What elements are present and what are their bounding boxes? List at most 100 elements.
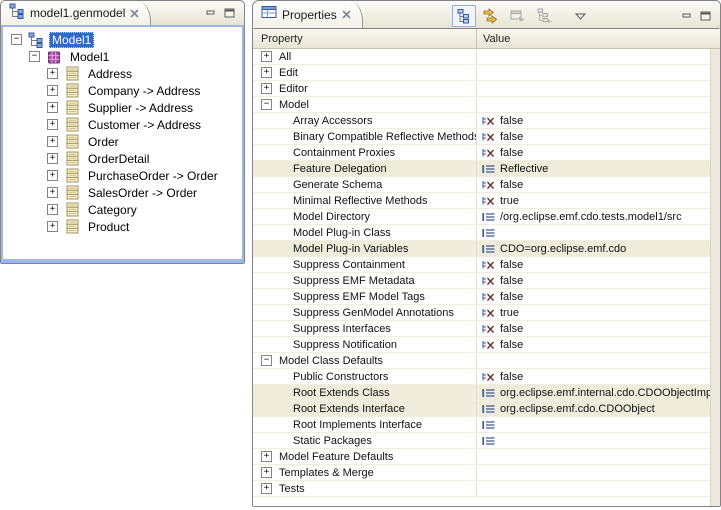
- expand-toggle-icon[interactable]: +: [261, 51, 272, 62]
- property-row[interactable]: Binary Compatible Reflective Methods fal…: [253, 129, 720, 145]
- property-value: false: [500, 371, 523, 383]
- expand-toggle-icon[interactable]: +: [47, 187, 58, 198]
- tab-model1-genmodel[interactable]: model1.genmodel: [1, 1, 151, 25]
- property-row[interactable]: − Model: [253, 97, 720, 113]
- property-name: Model Directory: [293, 211, 370, 223]
- expand-toggle-icon[interactable]: +: [47, 153, 58, 164]
- property-name: Edit: [279, 67, 298, 79]
- tree-item[interactable]: + Order: [3, 133, 242, 150]
- property-value: false: [500, 339, 523, 351]
- property-row[interactable]: Generate Schema false: [253, 177, 720, 193]
- boolean-property-icon: [481, 147, 496, 159]
- property-row[interactable]: Model Directory /org.eclipse.emf.cdo.tes…: [253, 209, 720, 225]
- expand-toggle-icon[interactable]: +: [261, 451, 272, 462]
- editor-tabbar: model1.genmodel: [1, 1, 244, 25]
- expand-toggle-icon[interactable]: +: [47, 136, 58, 147]
- tree-item[interactable]: + Category: [3, 201, 242, 218]
- close-icon[interactable]: [342, 10, 351, 19]
- property-row[interactable]: Public Constructors false: [253, 369, 720, 385]
- tree-item[interactable]: + SalesOrder -> Order: [3, 184, 242, 201]
- show-advanced-properties-icon[interactable]: [479, 5, 503, 27]
- minimize-icon[interactable]: [206, 9, 216, 17]
- tab-properties[interactable]: Properties: [253, 1, 363, 28]
- property-row[interactable]: + Tests: [253, 481, 720, 497]
- eclass-icon: [64, 134, 80, 150]
- expand-toggle-icon[interactable]: +: [47, 119, 58, 130]
- property-row[interactable]: Root Extends Interface org.eclipse.emf.c…: [253, 401, 720, 417]
- property-row[interactable]: + Editor: [253, 81, 720, 97]
- expand-toggle-icon[interactable]: +: [47, 102, 58, 113]
- property-row[interactable]: Root Extends Class org.eclipse.emf.inter…: [253, 385, 720, 401]
- expand-toggle-icon[interactable]: +: [261, 67, 272, 78]
- property-row[interactable]: Containment Proxies false: [253, 145, 720, 161]
- property-row[interactable]: Static Packages: [253, 433, 720, 449]
- expand-toggle-icon[interactable]: +: [47, 68, 58, 79]
- genmodel-editor-part: model1.genmodel − Mo: [0, 0, 245, 264]
- epackage-icon: [46, 49, 62, 65]
- expand-toggle-icon[interactable]: −: [261, 99, 272, 110]
- property-row[interactable]: Suppress EMF Model Tags false: [253, 289, 720, 305]
- eclass-icon: [64, 151, 80, 167]
- maximize-icon[interactable]: [224, 8, 235, 18]
- property-row[interactable]: Root Implements Interface: [253, 417, 720, 433]
- property-name: Templates & Merge: [279, 467, 374, 479]
- show-categories-icon[interactable]: [452, 5, 476, 27]
- minimize-icon[interactable]: [682, 12, 692, 20]
- column-header-property[interactable]: Property: [253, 29, 477, 48]
- expand-toggle-icon[interactable]: +: [261, 83, 272, 94]
- property-row[interactable]: Suppress Containment false: [253, 257, 720, 273]
- eclass-icon: [64, 168, 80, 184]
- property-row[interactable]: + Edit: [253, 65, 720, 81]
- property-row[interactable]: Suppress Interfaces false: [253, 321, 720, 337]
- tree-item[interactable]: + OrderDetail: [3, 150, 242, 167]
- tree-item[interactable]: − Model1: [3, 31, 242, 48]
- tree-item[interactable]: + Company -> Address: [3, 82, 242, 99]
- expand-toggle-icon[interactable]: −: [29, 51, 40, 62]
- property-value: false: [500, 259, 523, 271]
- property-row[interactable]: Minimal Reflective Methods true: [253, 193, 720, 209]
- property-name: Static Packages: [293, 435, 372, 447]
- eclass-icon: [64, 117, 80, 133]
- property-value: /org.eclipse.emf.cdo.tests.model1/src: [500, 211, 682, 223]
- tree-item[interactable]: + Supplier -> Address: [3, 99, 242, 116]
- property-row[interactable]: Model Plug-in Class: [253, 225, 720, 241]
- property-row[interactable]: Array Accessors false: [253, 113, 720, 129]
- tree-item[interactable]: + Address: [3, 65, 242, 82]
- expand-toggle-icon[interactable]: +: [261, 483, 272, 494]
- property-row[interactable]: Model Plug-in Variables CDO=org.eclipse.…: [253, 241, 720, 257]
- tree-indent: [11, 209, 47, 210]
- tree-item-label: Customer -> Address: [85, 117, 204, 133]
- property-row[interactable]: − Model Class Defaults: [253, 353, 720, 369]
- tree-indent: [11, 158, 47, 159]
- expand-toggle-icon[interactable]: +: [47, 85, 58, 96]
- expand-toggle-icon[interactable]: −: [261, 355, 272, 366]
- property-row[interactable]: Suppress Notification false: [253, 337, 720, 353]
- property-row[interactable]: Suppress EMF Metadata false: [253, 273, 720, 289]
- expand-toggle-icon[interactable]: +: [47, 170, 58, 181]
- property-row[interactable]: Suppress GenModel Annotations true: [253, 305, 720, 321]
- view-menu-icon[interactable]: [573, 5, 589, 27]
- tree-item[interactable]: − Model1: [3, 48, 242, 65]
- property-name: Array Accessors: [293, 115, 372, 127]
- close-icon[interactable]: [130, 9, 139, 18]
- expand-toggle-icon[interactable]: +: [47, 221, 58, 232]
- tree-item[interactable]: + PurchaseOrder -> Order: [3, 167, 242, 184]
- column-header-value[interactable]: Value: [477, 33, 720, 45]
- property-row[interactable]: Feature Delegation Reflective: [253, 161, 720, 177]
- boolean-property-icon: [481, 307, 496, 319]
- maximize-icon[interactable]: [700, 11, 711, 21]
- boolean-property-icon: [481, 179, 496, 191]
- expand-toggle-icon[interactable]: +: [47, 204, 58, 215]
- boolean-property-icon: [481, 339, 496, 351]
- property-name: Model Feature Defaults: [279, 451, 393, 463]
- property-name: Suppress GenModel Annotations: [293, 307, 454, 319]
- filter-tree-icon[interactable]: [533, 5, 557, 27]
- restore-default-value-icon[interactable]: [506, 5, 530, 27]
- property-row[interactable]: + Templates & Merge: [253, 465, 720, 481]
- property-row[interactable]: + Model Feature Defaults: [253, 449, 720, 465]
- tree-item[interactable]: + Customer -> Address: [3, 116, 242, 133]
- property-row[interactable]: + All: [253, 49, 720, 65]
- tree-item[interactable]: + Product: [3, 218, 242, 235]
- expand-toggle-icon[interactable]: +: [261, 467, 272, 478]
- expand-toggle-icon[interactable]: −: [11, 34, 22, 45]
